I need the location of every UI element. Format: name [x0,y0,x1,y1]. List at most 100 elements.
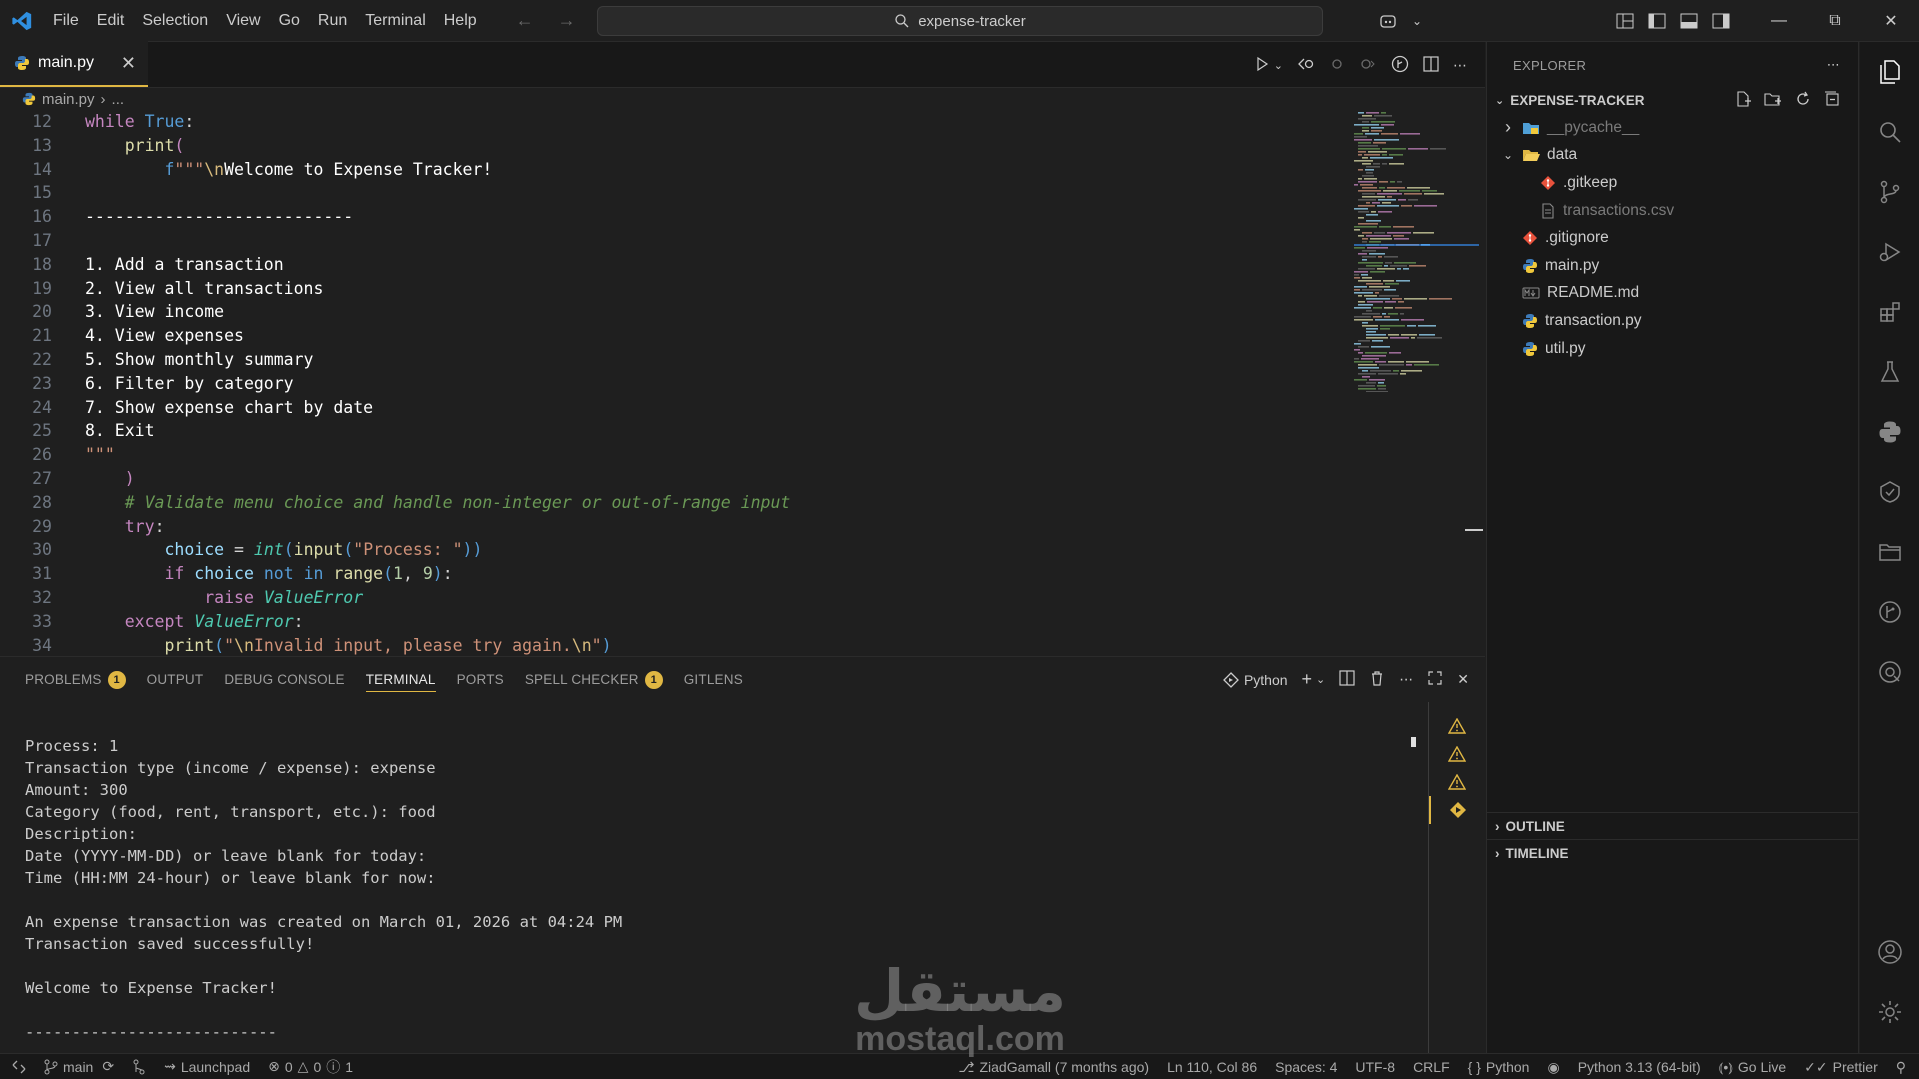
git-blame[interactable]: ⎇ ZiadGamall (7 months ago) [949,1059,1158,1076]
remote-indicator-icon[interactable] [0,1060,35,1074]
project-section-header[interactable]: ⌄ EXPENSE-TRACKER [1487,88,1858,112]
gitlens-icon[interactable] [1860,582,1919,642]
tree-item-gitignore[interactable]: .gitignore [1487,224,1858,252]
previous-change-icon[interactable] [1329,56,1345,75]
copilot-icon[interactable] [1373,0,1405,42]
code-line[interactable]: 28 # Validate menu choice and handle non… [0,491,1350,515]
accounts-icon[interactable] [1860,922,1919,982]
menu-edit[interactable]: Edit [88,0,134,42]
menu-file[interactable]: File [44,0,88,42]
sync-icon[interactable]: ⟳ [102,1058,114,1075]
git-graph-icon[interactable] [123,1059,155,1075]
terminal-profile[interactable]: Python [1223,672,1288,688]
customize-layout-icon[interactable] [1609,0,1641,42]
code-line[interactable]: 30 choice = int(input("Process: ")) [0,538,1350,562]
panel-tab-output[interactable]: OUTPUT [140,657,218,702]
open-changes-icon[interactable] [1297,56,1315,75]
code-line[interactable]: 32 raise ValueError [0,586,1350,610]
run-python-file-icon[interactable] [1254,56,1270,75]
manage-gear-icon[interactable] [1860,982,1919,1042]
split-editor-icon[interactable] [1423,55,1439,75]
menu-go[interactable]: Go [270,0,309,42]
python-debug-terminal-icon[interactable] [1429,796,1485,824]
code-editor[interactable]: 12 while True: 13 print(14 f"""\nWelcome t… [0,110,1350,656]
code-line[interactable]: 33 except ValueError: [0,610,1350,634]
tab-main-py[interactable]: main.py ✕ [0,41,148,87]
explorer-icon[interactable] [1860,42,1919,102]
python-icon[interactable] [1860,402,1919,462]
python-interpreter[interactable]: Python 3.13 (64-bit) [1569,1059,1710,1075]
minimize-icon[interactable]: — [1751,0,1807,42]
remote-explorer-icon[interactable] [1860,642,1919,702]
timeline-section[interactable]: › TIMELINE [1487,839,1858,866]
code-line[interactable]: 16 --------------------------- [0,205,1350,229]
copilot-status-icon[interactable]: ◉ [1538,1059,1568,1076]
new-folder-icon[interactable] [1764,91,1782,110]
restore-icon[interactable]: ⧉ [1807,0,1863,42]
code-line[interactable]: 13 print( [0,134,1350,158]
breadcrumb-symbol[interactable]: ... [112,91,125,108]
end-of-line[interactable]: CRLF [1404,1059,1459,1075]
code-line[interactable]: 17 [0,229,1350,253]
tree-item-readme-md[interactable]: README.md [1487,280,1858,308]
code-line[interactable]: 12 while True: [0,110,1350,134]
prettier[interactable]: ✓✓ Prettier [1795,1059,1887,1076]
code-line[interactable]: 20 3. View income [0,300,1350,324]
collapse-all-icon[interactable] [1824,91,1840,110]
tree-item-transaction-py[interactable]: transaction.py [1487,307,1858,335]
close-tab-icon[interactable]: ✕ [121,53,136,74]
terminal-scrollbar-thumb[interactable] [1411,737,1416,747]
code-line[interactable]: 23 6. Filter by category [0,372,1350,396]
run-dropdown-chevron-icon[interactable]: ⌄ [1274,59,1283,72]
tree-item-data[interactable]: ⌄ data [1487,142,1858,170]
warning-icon[interactable] [1429,712,1485,740]
code-line[interactable]: 22 5. Show monthly summary [0,348,1350,372]
panel-tab-ports[interactable]: PORTS [450,657,518,702]
panel-tab-gitlens[interactable]: GITLENS [677,657,757,702]
run-and-debug-icon[interactable] [1860,222,1919,282]
warning-icon[interactable] [1429,740,1485,768]
code-line[interactable]: 18 1. Add a transaction [0,253,1350,277]
warning-icon[interactable] [1429,768,1485,796]
toggle-secondary-sidebar-icon[interactable] [1705,0,1737,42]
language-mode[interactable]: { } Python [1459,1059,1539,1075]
tree-item-gitkeep[interactable]: .gitkeep [1487,169,1858,197]
editor-scrollbar-thumb[interactable] [1465,529,1483,531]
command-center-search[interactable]: expense-tracker [597,6,1323,36]
menu-terminal[interactable]: Terminal [356,0,434,42]
code-line[interactable]: 34 print("\nInvalid input, please try ag… [0,634,1350,656]
source-control-icon[interactable] [1860,162,1919,222]
indentation[interactable]: Spaces: 4 [1266,1059,1346,1075]
new-terminal-icon[interactable]: + [1302,669,1313,690]
launchpad[interactable]: ⇝ Launchpad [155,1058,259,1075]
panel-more-actions-icon[interactable]: ⋯ [1399,671,1413,688]
panel-tab-problems[interactable]: PROBLEMS 1 [18,657,140,702]
more-actions-icon[interactable]: ⋯ [1453,57,1467,74]
breadcrumb-file[interactable]: main.py [42,91,95,108]
problems-summary[interactable]: ⊗ 0 △ 0 ⓘ 1 [259,1057,362,1077]
code-line[interactable]: 21 4. View expenses [0,324,1350,348]
code-line[interactable]: 15 [0,181,1350,205]
close-panel-icon[interactable]: ✕ [1457,671,1469,688]
code-line[interactable]: 27 ) [0,467,1350,491]
back-arrow-icon[interactable]: ← [516,10,534,31]
close-window-icon[interactable]: ✕ [1863,0,1919,42]
encoding[interactable]: UTF-8 [1346,1059,1404,1075]
toggle-primary-sidebar-icon[interactable] [1641,0,1673,42]
menu-help[interactable]: Help [435,0,486,42]
code-line[interactable]: 29 try: [0,515,1350,539]
outline-section[interactable]: › OUTLINE [1487,812,1858,839]
tree-item-pycache[interactable]: › __pycache__ [1487,114,1858,142]
refresh-icon[interactable] [1795,91,1811,110]
go-live[interactable]: ⦅•⦆ Go Live [1710,1059,1795,1076]
code-line[interactable]: 25 8. Exit [0,419,1350,443]
minimap[interactable] [1354,112,1479,392]
explorer-more-icon[interactable]: ⋯ [1827,57,1840,73]
tree-item-main-py[interactable]: main.py [1487,252,1858,280]
panel-tab-terminal[interactable]: TERMINAL [359,657,450,702]
tree-item-util-py[interactable]: util.py [1487,335,1858,363]
split-terminal-icon[interactable] [1339,670,1355,689]
code-line[interactable]: 31 if choice not in range(1, 9): [0,562,1350,586]
gitlens-inspect-icon[interactable] [1860,462,1919,522]
forward-arrow-icon[interactable]: → [558,10,576,31]
